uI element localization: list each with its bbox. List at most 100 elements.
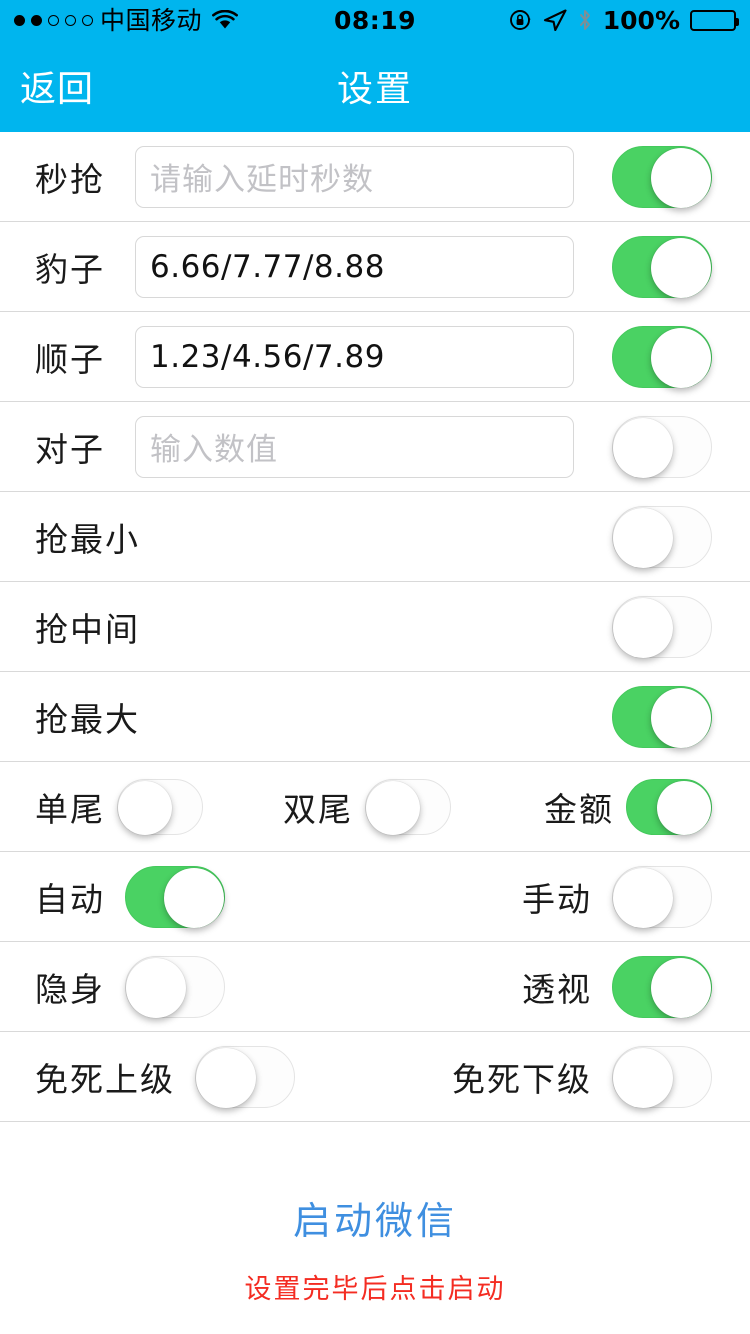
- wifi-icon: [212, 9, 239, 30]
- settings-row-tails-amount: 单尾 双尾 金额: [0, 762, 750, 852]
- settings-row-baozi: 豹子 6.66/7.77/8.88: [0, 222, 750, 312]
- settings-list: 秒抢 请输入延时秒数 豹子 6.66/7.77/8.88 顺子 1.23/4.5…: [0, 132, 750, 1122]
- toggle-shuangwei[interactable]: [365, 778, 451, 835]
- signal-dot-3: [48, 14, 59, 26]
- row-label: 免死下级: [452, 1059, 592, 1099]
- signal-dot-4: [65, 14, 76, 26]
- duizi-value-input[interactable]: 输入数值: [135, 415, 574, 478]
- row-label: 对子: [35, 429, 105, 469]
- toggle-knob: [651, 237, 711, 298]
- toggle-shoudong[interactable]: [612, 865, 712, 928]
- cell-shoudong: 手动: [522, 865, 712, 928]
- row-label: 抢最小: [35, 519, 140, 559]
- toggle-knob: [613, 597, 673, 658]
- toggle-knob: [651, 147, 711, 208]
- toggle-jine[interactable]: [626, 778, 712, 835]
- delay-seconds-input[interactable]: 请输入延时秒数: [135, 145, 574, 208]
- toggle-knob: [164, 867, 224, 928]
- baozi-value-input[interactable]: 6.66/7.77/8.88: [135, 235, 574, 298]
- toggle-baozi[interactable]: [612, 235, 712, 298]
- toggle-danwei[interactable]: [117, 778, 203, 835]
- toggle-track: [612, 865, 712, 928]
- cell-yinshen: 隐身: [35, 955, 225, 1018]
- toggle-qiangzhongjian[interactable]: [612, 595, 712, 658]
- status-bar-right: 100%: [509, 5, 739, 35]
- signal-dot-2: [31, 14, 42, 26]
- toggle-qiangzuixiao[interactable]: [612, 505, 712, 568]
- settings-row-auto-manual: 自动 手动: [0, 852, 750, 942]
- toggle-knob: [651, 957, 711, 1018]
- cell-zidong: 自动: [35, 865, 225, 928]
- bluetooth-icon: [577, 8, 593, 32]
- cell-miansi-xiaji: 免死下级: [452, 1045, 712, 1108]
- row-label: 顺子: [35, 339, 105, 379]
- toggle-duizi[interactable]: [612, 415, 712, 478]
- toggle-track: [626, 778, 712, 835]
- toggle-track: [612, 325, 712, 388]
- page-title: 设置: [336, 69, 413, 110]
- settings-row-immunity: 免死上级 免死下级: [0, 1032, 750, 1122]
- cell-jine: 金额: [544, 778, 712, 835]
- row-label: 秒抢: [35, 159, 105, 199]
- input-placeholder: 输入数值: [150, 432, 278, 468]
- toggle-zidong[interactable]: [125, 865, 225, 928]
- settings-row-qiangzuida: 抢最大: [0, 672, 750, 762]
- settings-row-qiangzuixiao: 抢最小: [0, 492, 750, 582]
- input-placeholder: 请输入延时秒数: [150, 162, 374, 198]
- row-label: 隐身: [35, 969, 105, 1009]
- toggle-track: [612, 235, 712, 298]
- toggle-track: [125, 865, 225, 928]
- settings-row-shunzi: 顺子 1.23/4.56/7.89: [0, 312, 750, 402]
- signal-dot-5: [82, 14, 93, 26]
- toggle-knob: [613, 417, 673, 478]
- battery-percent-label: 100%: [602, 5, 680, 35]
- toggle-track: [612, 415, 712, 478]
- toggle-track: [365, 778, 451, 835]
- cell-danwei: 单尾: [35, 778, 203, 835]
- row-label: 免死上级: [35, 1059, 175, 1099]
- toggle-knob: [613, 507, 673, 568]
- settings-row-miaoqiang: 秒抢 请输入延时秒数: [0, 132, 750, 222]
- toggle-track: [612, 505, 712, 568]
- shunzi-value-input[interactable]: 1.23/4.56/7.89: [135, 325, 574, 388]
- toggle-track: [612, 955, 712, 1018]
- toggle-track: [612, 595, 712, 658]
- cell-shuangwei: 双尾: [283, 778, 451, 835]
- signal-strength-dots: [14, 14, 93, 26]
- battery-icon: [690, 9, 739, 31]
- toggle-yinshen[interactable]: [125, 955, 225, 1018]
- toggle-track: [612, 145, 712, 208]
- cell-miansi-shangji: 免死上级: [35, 1045, 295, 1108]
- app-screen: 中国移动 08:19 100% 返回 设置 秒抢 请输入延时秒数 豹子 6.66…: [0, 0, 750, 1334]
- row-label: 抢中间: [35, 609, 140, 649]
- row-label: 透视: [522, 969, 592, 1009]
- input-value: 6.66/7.77/8.88: [150, 248, 385, 285]
- toggle-track: [117, 778, 203, 835]
- row-label: 金额: [544, 789, 614, 829]
- toggle-knob: [118, 780, 172, 835]
- toggle-shunzi[interactable]: [612, 325, 712, 388]
- toggle-knob: [651, 687, 711, 748]
- carrier-label: 中国移动: [100, 5, 203, 35]
- settings-row-stealth-xray: 隐身 透视: [0, 942, 750, 1032]
- status-bar-left: 中国移动: [14, 5, 239, 35]
- toggle-miaoqiang[interactable]: [612, 145, 712, 208]
- row-label: 抢最大: [35, 699, 140, 739]
- toggle-miansi-shangji[interactable]: [195, 1045, 295, 1108]
- settings-row-duizi: 对子 输入数值: [0, 402, 750, 492]
- toggle-track: [612, 1045, 712, 1108]
- launch-wechat-button[interactable]: 启动微信: [0, 1190, 750, 1245]
- cell-toushi: 透视: [522, 955, 712, 1018]
- toggle-qiangzuida[interactable]: [612, 685, 712, 748]
- toggle-knob: [651, 327, 711, 388]
- toggle-miansi-xiaji[interactable]: [612, 1045, 712, 1108]
- settings-row-qiangzhongjian: 抢中间: [0, 582, 750, 672]
- input-value: 1.23/4.56/7.89: [150, 338, 385, 375]
- row-label: 手动: [522, 879, 592, 919]
- toggle-toushi[interactable]: [612, 955, 712, 1018]
- row-label: 双尾: [283, 789, 353, 829]
- toggle-knob: [126, 957, 186, 1018]
- toggle-track: [612, 685, 712, 748]
- status-bar: 中国移动 08:19 100%: [0, 0, 750, 40]
- row-label: 豹子: [35, 249, 105, 289]
